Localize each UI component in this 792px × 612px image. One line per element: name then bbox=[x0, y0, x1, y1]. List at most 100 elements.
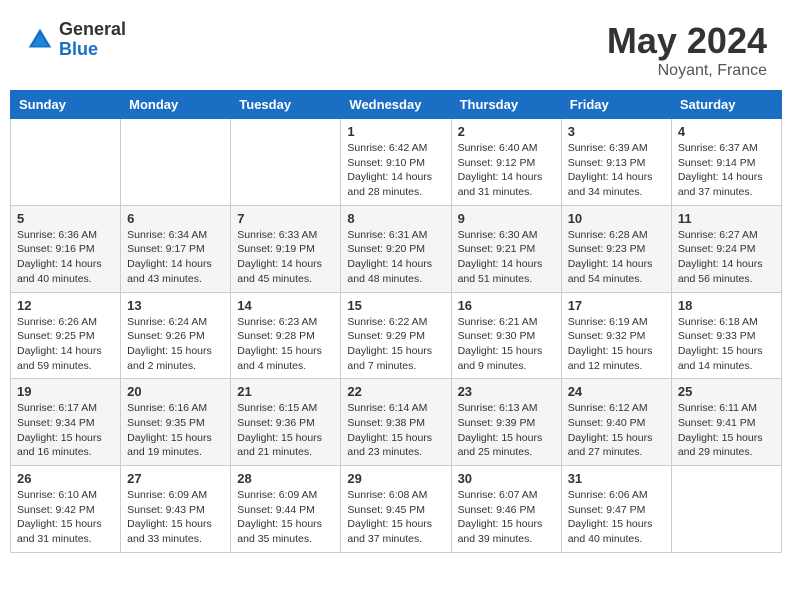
day-info: Sunrise: 6:14 AM Sunset: 9:38 PM Dayligh… bbox=[347, 401, 444, 460]
logo-blue: Blue bbox=[59, 40, 126, 60]
day-info: Sunrise: 6:40 AM Sunset: 9:12 PM Dayligh… bbox=[458, 141, 555, 200]
day-info: Sunrise: 6:31 AM Sunset: 9:20 PM Dayligh… bbox=[347, 228, 444, 287]
week-row-5: 26Sunrise: 6:10 AM Sunset: 9:42 PM Dayli… bbox=[11, 466, 782, 553]
calendar-cell: 20Sunrise: 6:16 AM Sunset: 9:35 PM Dayli… bbox=[121, 379, 231, 466]
logo-icon bbox=[25, 25, 55, 55]
day-info: Sunrise: 6:27 AM Sunset: 9:24 PM Dayligh… bbox=[678, 228, 775, 287]
day-info: Sunrise: 6:18 AM Sunset: 9:33 PM Dayligh… bbox=[678, 315, 775, 374]
week-row-2: 5Sunrise: 6:36 AM Sunset: 9:16 PM Daylig… bbox=[11, 205, 782, 292]
calendar-cell: 16 Sunrise: 6:21 AM Sunset: 9:30 PM Dayli… bbox=[451, 292, 561, 379]
day-info: Sunrise: 6:28 AM Sunset: 9:23 PM Dayligh… bbox=[568, 228, 665, 287]
day-number: 11 bbox=[678, 211, 775, 226]
day-number: 21 bbox=[237, 384, 334, 399]
calendar-cell: 1 Sunrise: 6:42 AM Sunset: 9:10 PM Daylig… bbox=[341, 119, 451, 206]
location-title: Noyant, France bbox=[607, 62, 767, 80]
day-info: Sunrise: 6:09 AM Sunset: 9:44 PM Dayligh… bbox=[237, 488, 334, 547]
day-info: Sunrise: 6:42 AM Sunset: 9:10 PM Dayligh… bbox=[347, 141, 444, 200]
calendar-cell: 3 Sunrise: 6:39 AM Sunset: 9:13 PM Daylig… bbox=[561, 119, 671, 206]
day-info: Sunrise: 6:39 AM Sunset: 9:13 PM Dayligh… bbox=[568, 141, 665, 200]
day-number: 6 bbox=[127, 211, 224, 226]
day-number: 19 bbox=[17, 384, 114, 399]
day-info: Sunrise: 6:06 AM Sunset: 9:47 PM Dayligh… bbox=[568, 488, 665, 547]
day-number: 18 bbox=[678, 298, 775, 313]
calendar-cell: 4 Sunrise: 6:37 AM Sunset: 9:14 PM Daylig… bbox=[671, 119, 781, 206]
week-row-1: 1 Sunrise: 6:42 AM Sunset: 9:10 PM Daylig… bbox=[11, 119, 782, 206]
calendar-cell: 18 Sunrise: 6:18 AM Sunset: 9:33 PM Dayli… bbox=[671, 292, 781, 379]
day-info: Sunrise: 6:13 AM Sunset: 9:39 PM Dayligh… bbox=[458, 401, 555, 460]
weekday-header-saturday: Saturday bbox=[671, 91, 781, 119]
calendar-cell: 13 Sunrise: 6:24 AM Sunset: 9:26 PM Dayli… bbox=[121, 292, 231, 379]
weekday-header-monday: Monday bbox=[121, 91, 231, 119]
day-info: Sunrise: 6:09 AM Sunset: 9:43 PM Dayligh… bbox=[127, 488, 224, 547]
calendar-cell: 6 Sunrise: 6:34 AM Sunset: 9:17 PM Daylig… bbox=[121, 205, 231, 292]
day-number: 28 bbox=[237, 471, 334, 486]
day-info: Sunrise: 6:30 AM Sunset: 9:21 PM Dayligh… bbox=[458, 228, 555, 287]
day-info: Sunrise: 6:17 AM Sunset: 9:34 PM Dayligh… bbox=[17, 401, 114, 460]
calendar-cell: 24Sunrise: 6:12 AM Sunset: 9:40 PM Dayli… bbox=[561, 379, 671, 466]
day-info: Sunrise: 6:19 AM Sunset: 9:32 PM Dayligh… bbox=[568, 315, 665, 374]
calendar-cell bbox=[671, 466, 781, 553]
calendar-cell: 14Sunrise: 6:23 AM Sunset: 9:28 PM Dayli… bbox=[231, 292, 341, 379]
week-row-3: 12 Sunrise: 6:26 AM Sunset: 9:25 PM Dayli… bbox=[11, 292, 782, 379]
day-info: Sunrise: 6:07 AM Sunset: 9:46 PM Dayligh… bbox=[458, 488, 555, 547]
weekday-header-friday: Friday bbox=[561, 91, 671, 119]
calendar-cell bbox=[121, 119, 231, 206]
day-info: Sunrise: 6:34 AM Sunset: 9:17 PM Dayligh… bbox=[127, 228, 224, 287]
calendar-cell bbox=[11, 119, 121, 206]
calendar-cell: 27Sunrise: 6:09 AM Sunset: 9:43 PM Dayli… bbox=[121, 466, 231, 553]
day-number: 13 bbox=[127, 298, 224, 313]
day-number: 10 bbox=[568, 211, 665, 226]
day-info: Sunrise: 6:16 AM Sunset: 9:35 PM Dayligh… bbox=[127, 401, 224, 460]
day-number: 30 bbox=[458, 471, 555, 486]
day-number: 25 bbox=[678, 384, 775, 399]
calendar-cell: 29 Sunrise: 6:08 AM Sunset: 9:45 PM Dayli… bbox=[341, 466, 451, 553]
day-info: Sunrise: 6:26 AM Sunset: 9:25 PM Dayligh… bbox=[17, 315, 114, 374]
calendar-cell: 21 Sunrise: 6:15 AM Sunset: 9:36 PM Dayli… bbox=[231, 379, 341, 466]
calendar-cell: 22Sunrise: 6:14 AM Sunset: 9:38 PM Dayli… bbox=[341, 379, 451, 466]
day-number: 17 bbox=[568, 298, 665, 313]
day-info: Sunrise: 6:23 AM Sunset: 9:28 PM Dayligh… bbox=[237, 315, 334, 374]
calendar-cell: 9 Sunrise: 6:30 AM Sunset: 9:21 PM Daylig… bbox=[451, 205, 561, 292]
logo-general: General bbox=[59, 20, 126, 40]
day-info: Sunrise: 6:33 AM Sunset: 9:19 PM Dayligh… bbox=[237, 228, 334, 287]
day-info: Sunrise: 6:36 AM Sunset: 9:16 PM Dayligh… bbox=[17, 228, 114, 287]
calendar-cell: 30 Sunrise: 6:07 AM Sunset: 9:46 PM Dayli… bbox=[451, 466, 561, 553]
day-number: 15 bbox=[347, 298, 444, 313]
month-title: May 2024 bbox=[607, 20, 767, 62]
day-number: 4 bbox=[678, 124, 775, 139]
weekday-header-thursday: Thursday bbox=[451, 91, 561, 119]
weekday-header-wednesday: Wednesday bbox=[341, 91, 451, 119]
calendar-cell: 17 Sunrise: 6:19 AM Sunset: 9:32 PM Dayli… bbox=[561, 292, 671, 379]
calendar-cell bbox=[231, 119, 341, 206]
day-number: 31 bbox=[568, 471, 665, 486]
day-number: 1 bbox=[347, 124, 444, 139]
day-number: 8 bbox=[347, 211, 444, 226]
calendar-cell: 12 Sunrise: 6:26 AM Sunset: 9:25 PM Dayli… bbox=[11, 292, 121, 379]
calendar-cell: 15Sunrise: 6:22 AM Sunset: 9:29 PM Dayli… bbox=[341, 292, 451, 379]
day-info: Sunrise: 6:15 AM Sunset: 9:36 PM Dayligh… bbox=[237, 401, 334, 460]
day-number: 26 bbox=[17, 471, 114, 486]
day-info: Sunrise: 6:08 AM Sunset: 9:45 PM Dayligh… bbox=[347, 488, 444, 547]
day-number: 29 bbox=[347, 471, 444, 486]
day-number: 9 bbox=[458, 211, 555, 226]
calendar-cell: 31 Sunrise: 6:06 AM Sunset: 9:47 PM Dayli… bbox=[561, 466, 671, 553]
day-number: 23 bbox=[458, 384, 555, 399]
logo: General Blue bbox=[25, 20, 126, 60]
day-number: 2 bbox=[458, 124, 555, 139]
day-info: Sunrise: 6:24 AM Sunset: 9:26 PM Dayligh… bbox=[127, 315, 224, 374]
calendar-cell: 19 Sunrise: 6:17 AM Sunset: 9:34 PM Dayli… bbox=[11, 379, 121, 466]
day-info: Sunrise: 6:21 AM Sunset: 9:30 PM Dayligh… bbox=[458, 315, 555, 374]
day-info: Sunrise: 6:37 AM Sunset: 9:14 PM Dayligh… bbox=[678, 141, 775, 200]
day-number: 16 bbox=[458, 298, 555, 313]
day-number: 3 bbox=[568, 124, 665, 139]
calendar-cell: 11 Sunrise: 6:27 AM Sunset: 9:24 PM Dayli… bbox=[671, 205, 781, 292]
calendar-cell: 8 Sunrise: 6:31 AM Sunset: 9:20 PM Daylig… bbox=[341, 205, 451, 292]
day-info: Sunrise: 6:12 AM Sunset: 9:40 PM Dayligh… bbox=[568, 401, 665, 460]
calendar-cell: 25Sunrise: 6:11 AM Sunset: 9:41 PM Dayli… bbox=[671, 379, 781, 466]
calendar-cell: 7Sunrise: 6:33 AM Sunset: 9:19 PM Daylig… bbox=[231, 205, 341, 292]
calendar-cell: 26Sunrise: 6:10 AM Sunset: 9:42 PM Dayli… bbox=[11, 466, 121, 553]
weekday-header-sunday: Sunday bbox=[11, 91, 121, 119]
title-block: May 2024 Noyant, France bbox=[607, 20, 767, 80]
calendar-cell: 23 Sunrise: 6:13 AM Sunset: 9:39 PM Dayli… bbox=[451, 379, 561, 466]
day-number: 12 bbox=[17, 298, 114, 313]
